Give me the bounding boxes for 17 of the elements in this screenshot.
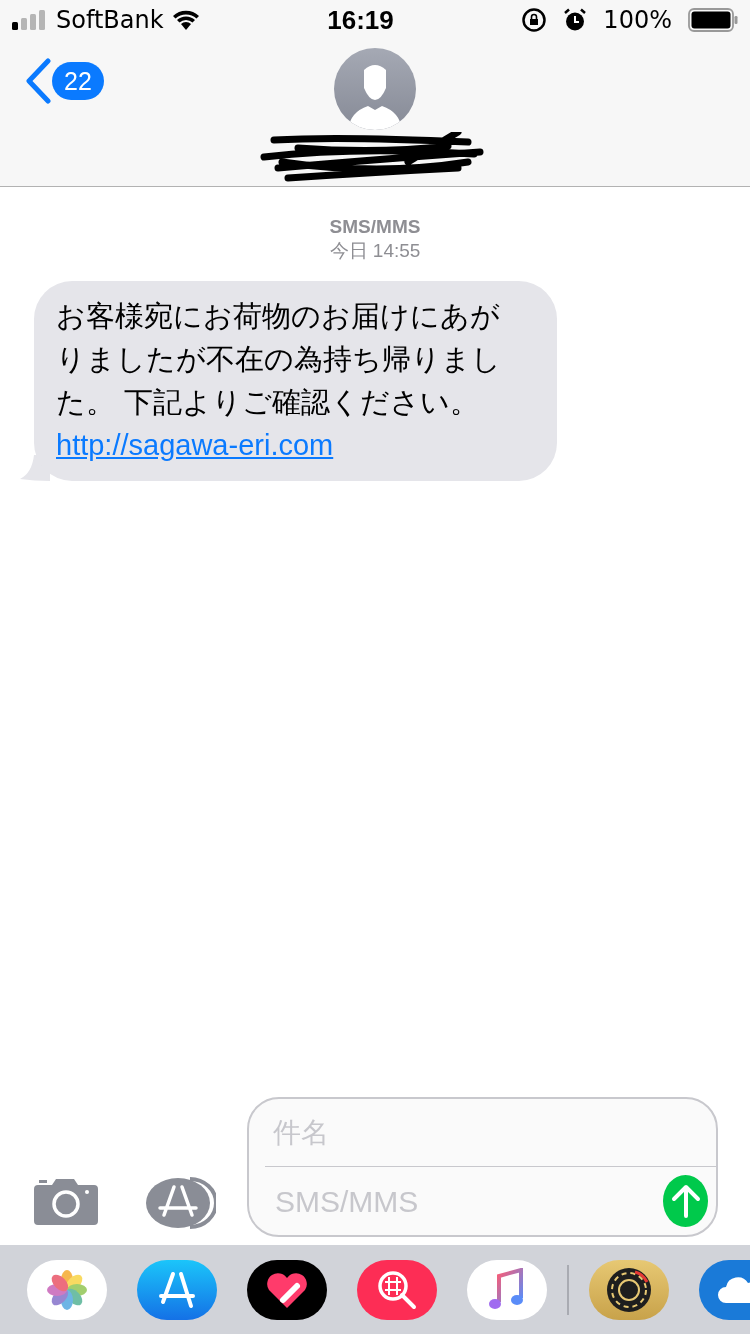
clock-time: 16:19	[327, 3, 394, 37]
back-chevron-icon	[24, 58, 52, 104]
carrier-name: SoftBank	[56, 5, 164, 36]
battery-icon	[688, 8, 738, 32]
service-label: SMS/MMS	[328, 215, 422, 239]
message-timestamp: 今日 14:55	[328, 239, 422, 263]
camera-button[interactable]	[34, 1177, 98, 1225]
message-text: お客様宛にお荷物のお届けにあがりましたが不在の為持ち帰りました。 下記よりご確認ください。 http://sagawa-eri.com	[56, 298, 502, 463]
signal-icon	[12, 10, 48, 30]
battery-percent: 100%	[603, 5, 672, 36]
send-button[interactable]	[663, 1175, 708, 1227]
message-link[interactable]: http://sagawa-eri.com	[56, 429, 334, 461]
app-store-button[interactable]	[146, 1177, 216, 1229]
wifi-icon	[171, 10, 200, 30]
rotation-lock-icon	[521, 7, 548, 33]
alarm-icon	[563, 8, 588, 32]
contact-avatar[interactable]	[334, 48, 416, 130]
